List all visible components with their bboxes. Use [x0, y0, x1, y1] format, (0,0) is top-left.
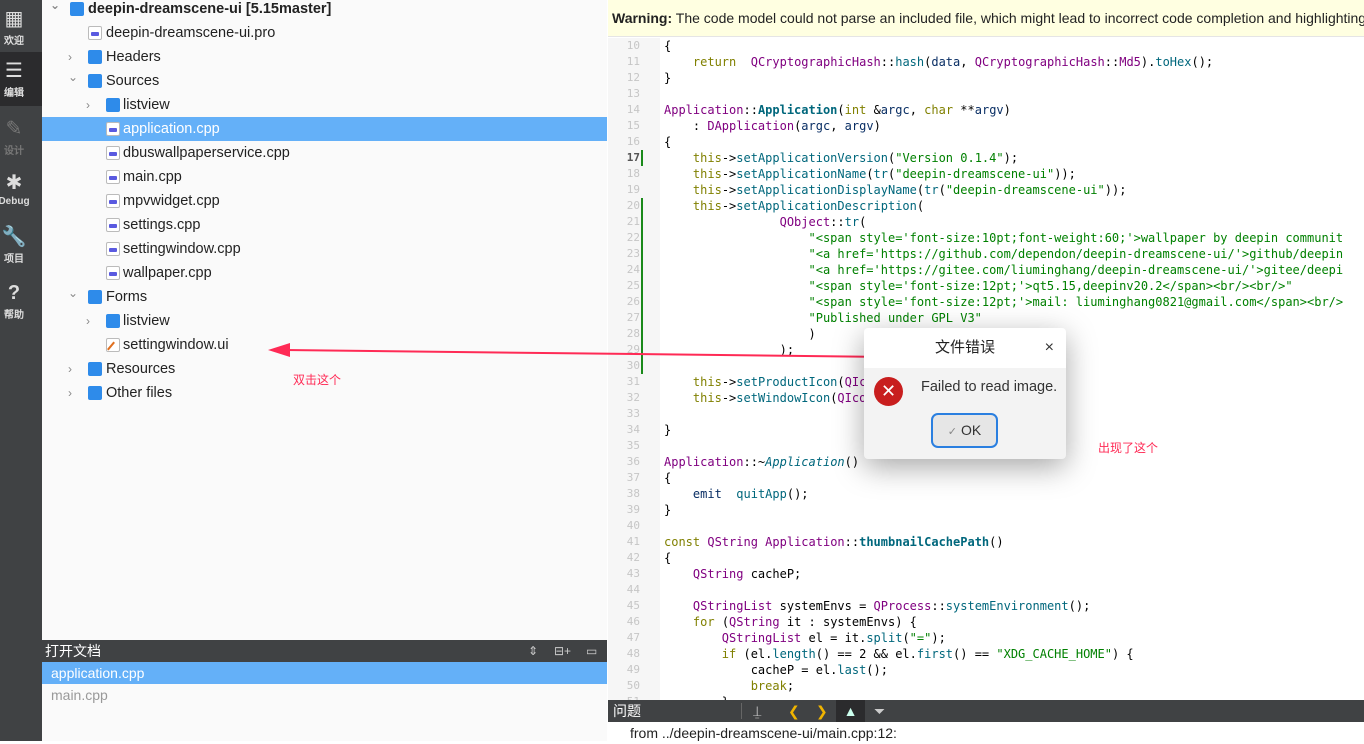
file-error-dialog: 文件错误 × ✕ Failed to read image. ✓ OK — [864, 328, 1066, 459]
annotation-appeared: 出现了这个 — [1098, 441, 1159, 455]
annotation-arrow — [268, 343, 893, 358]
check-icon: ✓ — [947, 426, 957, 438]
error-icon: ✕ — [874, 377, 903, 406]
dialog-header: 文件错误 × — [864, 328, 1066, 368]
close-icon[interactable]: × — [1045, 328, 1054, 368]
dialog-message: Failed to read image. — [921, 379, 1058, 395]
annotation-double-click: 双击这个 — [293, 373, 342, 387]
dialog-title: 文件错误 — [934, 339, 995, 356]
ok-button[interactable]: ✓ OK — [931, 413, 998, 448]
ok-label: OK — [960, 422, 982, 438]
